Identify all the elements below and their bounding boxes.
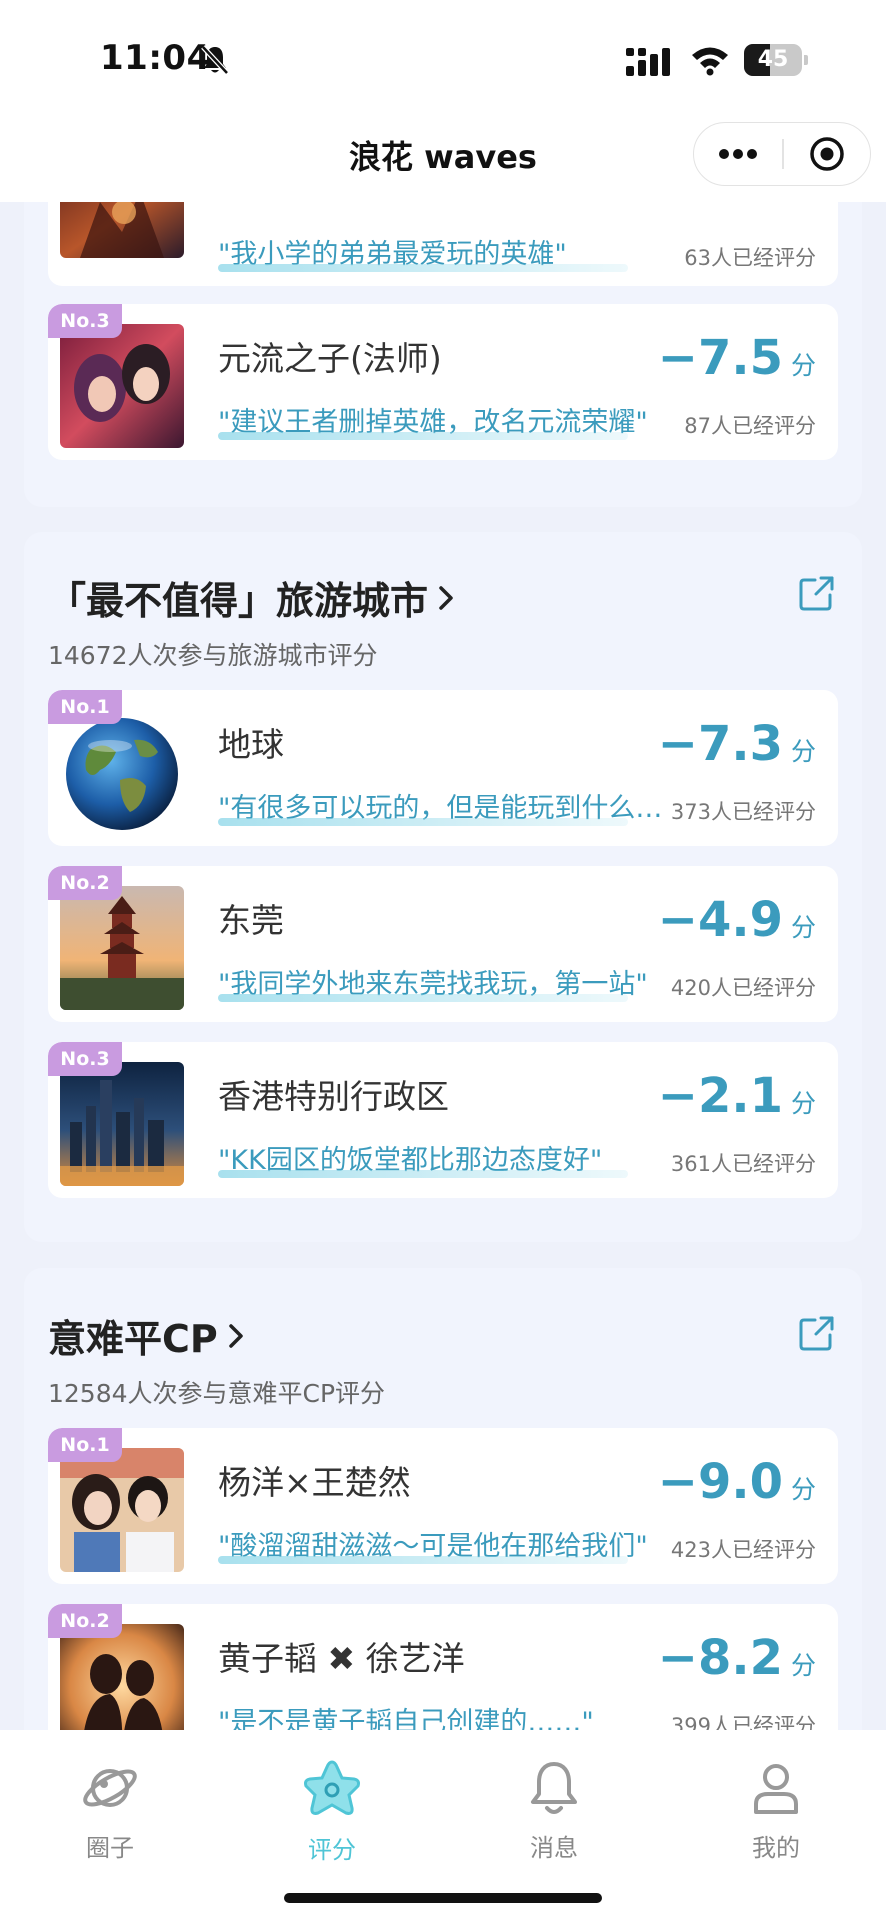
- earth-thumbnail: [60, 710, 184, 834]
- score-value: −2.1: [657, 1068, 783, 1124]
- chevron-right-icon: [439, 585, 453, 610]
- item-name: 杨洋×王楚然: [218, 1463, 411, 1502]
- tab-profile[interactable]: 我的: [696, 1758, 856, 1868]
- chevron-right-icon: [229, 1323, 243, 1348]
- score-unit: 分: [790, 351, 816, 380]
- rated-count: 63人已经评分: [684, 246, 816, 270]
- share-icon[interactable]: [798, 574, 836, 612]
- miniprogram-capsule: [693, 122, 871, 186]
- more-dots-icon: [719, 149, 757, 159]
- item-name: 地球: [218, 725, 284, 764]
- rated-count: 399人已经评分: [670, 1714, 816, 1730]
- score-unit: 分: [790, 1651, 816, 1680]
- list-item[interactable]: No.1 地球 −7.3 分 "有很多可以玩的，但是能玩到什么程度" 373人已…: [48, 690, 838, 846]
- score: −4.9 分: [658, 892, 816, 948]
- score-value: −7.5: [657, 330, 783, 386]
- tab-label: 圈子: [86, 1834, 134, 1862]
- quote-underline: [218, 818, 628, 826]
- section-subtitle: 14672人次参与旅游城市评分: [48, 641, 378, 670]
- tab-circle[interactable]: 圈子: [30, 1758, 190, 1868]
- quote-underline: [218, 994, 628, 1002]
- item-name: 东莞: [218, 901, 284, 940]
- section-travel-cities: 「最不值得」旅游城市 14672人次参与旅游城市评分 No.1 地球 −7.3 …: [24, 532, 862, 1242]
- rated-count: 87人已经评分: [684, 414, 816, 438]
- rank-badge: No.1: [48, 690, 122, 724]
- tab-bar: 圈子 评分 消息 我的: [0, 1730, 886, 1920]
- more-button[interactable]: [694, 123, 782, 185]
- tab-rating[interactable]: 评分: [252, 1758, 412, 1868]
- person-icon: [754, 1764, 798, 1814]
- home-indicator: [284, 1893, 602, 1903]
- score-unit: 分: [790, 1089, 816, 1118]
- battery-indicator: 45: [744, 44, 808, 76]
- list-item[interactable]: No.3 香港特别行政区 −2.1 分 "KK园区的饭堂都比那边态度好" 361…: [48, 1042, 838, 1198]
- section-title-link[interactable]: 「最不值得」旅游城市: [48, 570, 454, 625]
- score-unit: 分: [790, 1475, 816, 1504]
- section-subtitle: 12584人次参与意难平CP评分: [48, 1379, 386, 1408]
- status-time: 11:04: [100, 38, 211, 78]
- section-heroes: "我小学的弟弟最爱玩的英雄" 63人已经评分 No.3 元流之子(法师) −7.…: [24, 202, 862, 507]
- battery-level: 45: [757, 47, 789, 72]
- score: −7.5 分: [658, 330, 816, 386]
- score: −9.0 分: [658, 1454, 816, 1510]
- quote-underline: [218, 1556, 628, 1564]
- skyline-thumbnail: [60, 1062, 184, 1186]
- bell-off-icon: [201, 45, 229, 75]
- list-item[interactable]: No.1 杨洋×王楚然 −9.0 分 "酸溜溜甜滋滋～可是他在那给我们" 423…: [48, 1428, 838, 1584]
- rated-count: 420人已经评分: [670, 976, 816, 1000]
- hero-thumbnail: [60, 202, 184, 258]
- hero-thumbnail: [60, 324, 184, 448]
- rated-count: 361人已经评分: [670, 1152, 816, 1176]
- score-value: −9.0: [657, 1454, 783, 1510]
- rated-count: 373人已经评分: [670, 800, 816, 824]
- wifi-icon: [692, 47, 728, 76]
- planet-icon: [83, 1769, 137, 1807]
- section-title: 意难平CP: [48, 1317, 218, 1361]
- score: −7.3 分: [658, 716, 816, 772]
- score-value: −4.9: [657, 892, 783, 948]
- tab-label: 我的: [752, 1834, 800, 1862]
- quote-underline: [218, 1170, 628, 1178]
- star-icon: [304, 1760, 360, 1815]
- scroll-content[interactable]: "我小学的弟弟最爱玩的英雄" 63人已经评分 No.3 元流之子(法师) −7.…: [0, 202, 886, 1730]
- list-item[interactable]: No.3 元流之子(法师) −7.5 分 "建议王者删掉英雄，改名元流荣耀" 8…: [48, 304, 838, 460]
- bell-icon: [531, 1762, 577, 1814]
- score-value: −7.3: [657, 716, 783, 772]
- share-icon[interactable]: [798, 1314, 836, 1352]
- quote-underline: [218, 432, 628, 440]
- couple-silhouette-thumbnail: [60, 1624, 184, 1730]
- rank-badge: No.2: [48, 1604, 122, 1638]
- target-close-icon: [810, 137, 844, 171]
- score: −8.2 分: [658, 1630, 816, 1686]
- list-item[interactable]: No.2 东莞 −4.9 分 "我同学外地来东莞找我玩，第一站" 420人已经评…: [48, 866, 838, 1022]
- item-name: 香港特别行政区: [218, 1077, 449, 1116]
- navigation-bar: 浪花 waves: [0, 118, 886, 202]
- couple-thumbnail: [60, 1448, 184, 1572]
- close-miniprogram-button[interactable]: [784, 123, 870, 185]
- tab-label: 消息: [530, 1834, 578, 1862]
- item-name: 黄子韬 ✖ 徐艺洋: [218, 1639, 465, 1678]
- item-name: 元流之子(法师): [218, 339, 442, 378]
- rated-count: 423人已经评分: [670, 1538, 816, 1562]
- rank-badge: No.3: [48, 304, 122, 338]
- section-cp: 意难平CP 12584人次参与意难平CP评分 No.1 杨洋×王楚然 −9.0 …: [24, 1268, 862, 1730]
- section-title-link[interactable]: 意难平CP: [48, 1308, 244, 1363]
- status-bar: 11:04 45: [0, 0, 886, 118]
- rank-badge: No.1: [48, 1428, 122, 1462]
- rank-badge: No.3: [48, 1042, 122, 1076]
- pagoda-thumbnail: [60, 886, 184, 1010]
- quote-underline: [218, 264, 628, 272]
- tab-messages[interactable]: 消息: [474, 1758, 634, 1868]
- item-quote: "是不是黄子韬自己创建的……": [218, 1707, 594, 1730]
- cellular-signal-icon: [626, 48, 670, 76]
- list-item[interactable]: No.2 黄子韬 ✖ 徐艺洋 −8.2 分 "是不是黄子韬自己创建的……" 39…: [48, 1604, 838, 1730]
- score-unit: 分: [790, 737, 816, 766]
- score-unit: 分: [790, 913, 816, 942]
- rank-badge: No.2: [48, 866, 122, 900]
- score-value: −8.2: [657, 1630, 783, 1686]
- score: −2.1 分: [658, 1068, 816, 1124]
- tab-label: 评分: [308, 1836, 356, 1864]
- list-item[interactable]: "我小学的弟弟最爱玩的英雄" 63人已经评分: [48, 202, 838, 286]
- section-title: 「最不值得」旅游城市: [48, 579, 429, 623]
